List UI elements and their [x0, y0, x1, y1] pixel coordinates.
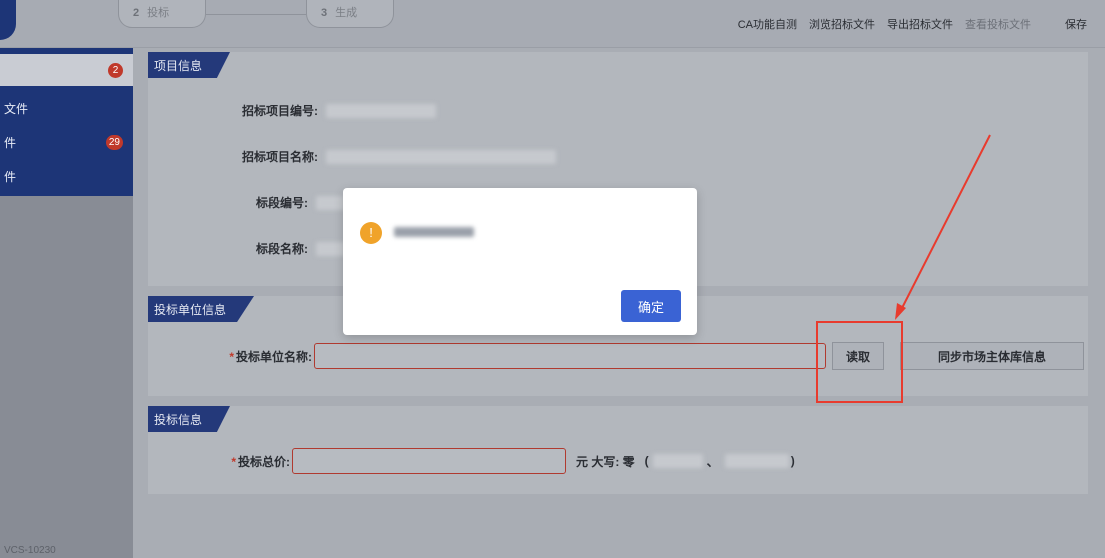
arrow-shaft [899, 134, 991, 313]
annotation-arrow [895, 134, 991, 320]
